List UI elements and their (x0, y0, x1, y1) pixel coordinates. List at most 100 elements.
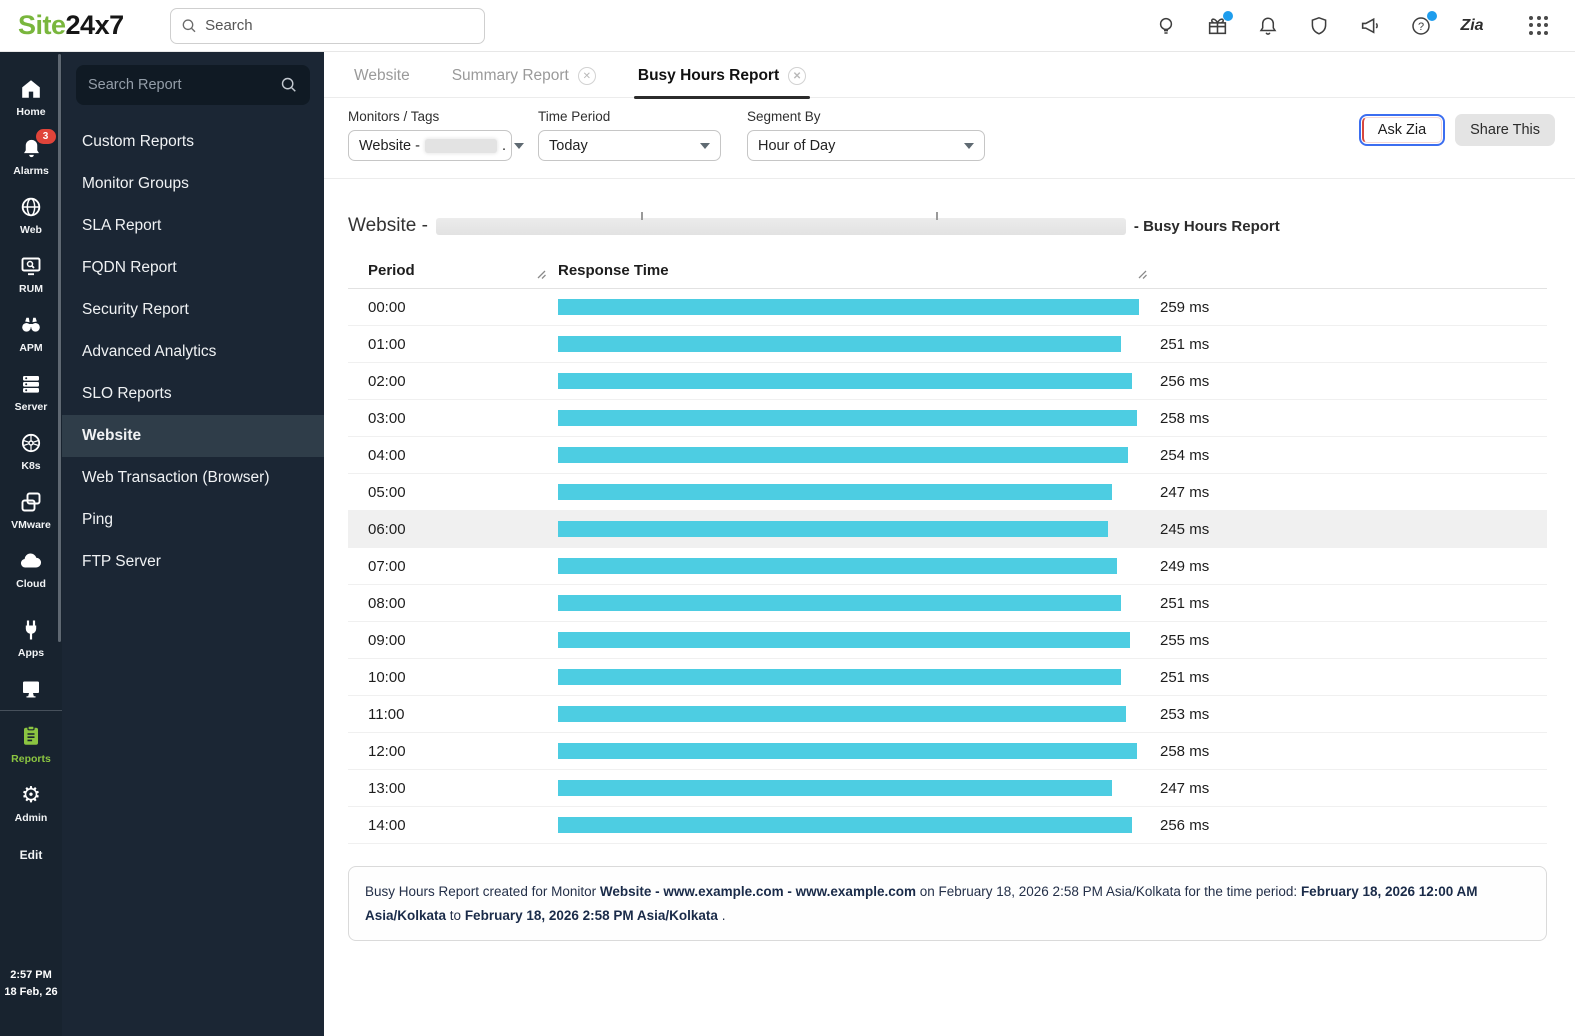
global-search-input[interactable] (205, 17, 474, 34)
report-search-input[interactable] (88, 77, 280, 93)
period-column-header[interactable]: Period (348, 262, 558, 279)
busy-hours-report: Website - - Busy Hours Report Period Res… (324, 179, 1575, 942)
sidebar-item-vmware[interactable]: VMware (0, 481, 62, 540)
megaphone-icon[interactable] (1358, 14, 1382, 38)
close-icon[interactable]: ✕ (788, 67, 807, 85)
period-cell: 09:00 (368, 631, 406, 649)
tab-website[interactable]: Website (354, 67, 410, 97)
table-row[interactable]: 06:00 245 ms (348, 511, 1547, 548)
sidebar-item-desktop[interactable] (0, 668, 62, 708)
table-header: Period Response Time (348, 253, 1547, 289)
shield-icon[interactable] (1307, 14, 1331, 38)
sidebar-item-cloud[interactable]: Cloud (0, 540, 62, 599)
topbar-icon-group: ? Zia (1154, 10, 1557, 38)
bell-icon[interactable] (1256, 14, 1280, 38)
subnav-item-sla-report[interactable]: SLA Report (62, 205, 324, 247)
table-row[interactable]: 01:00 251 ms (348, 326, 1547, 363)
segment-by-label: Segment By (747, 109, 821, 124)
table-row[interactable]: 07:00 249 ms (348, 548, 1547, 585)
response-value: 258 ms (1160, 742, 1210, 760)
subnav-item-monitor-groups[interactable]: Monitor Groups (62, 163, 324, 205)
subnav-item-ftp-server[interactable]: FTP Server (62, 541, 324, 583)
ask-zia-button[interactable]: Ask Zia (1358, 114, 1446, 146)
table-row[interactable]: 14:00 256 ms (348, 807, 1547, 844)
column-resize-icon[interactable] (536, 267, 547, 285)
table-row[interactable]: 12:00 258 ms (348, 733, 1547, 770)
subnav-item-fqdn-report[interactable]: FQDN Report (62, 247, 324, 289)
filter-time-period: Time Period Today (538, 109, 721, 161)
svg-text:?: ? (1418, 21, 1424, 33)
sidebar-item-alarms[interactable]: 3 Alarms (0, 127, 62, 186)
search-icon (182, 18, 196, 32)
sidebar-item-rum[interactable]: RUM (0, 245, 62, 304)
tab-summary-report[interactable]: Summary Report ✕ (452, 67, 596, 97)
response-time-column-header[interactable]: Response Time (558, 262, 669, 279)
table-row[interactable]: 09:00 255 ms (348, 622, 1547, 659)
redacted-monitor-name (424, 138, 497, 153)
tab-busy-hours-report[interactable]: Busy Hours Report ✕ (633, 67, 811, 99)
monitors-tags-dropdown[interactable]: Website - . (348, 130, 525, 161)
apps-grid-icon[interactable] (1529, 15, 1549, 36)
subnav-item-ping[interactable]: Ping (62, 499, 324, 541)
sidebar-item-apps[interactable]: Apps (0, 609, 62, 668)
cloud-icon (18, 549, 44, 573)
report-search[interactable] (76, 65, 310, 105)
bar-cell (558, 447, 1140, 463)
gift-icon[interactable] (1205, 10, 1233, 38)
segment-by-dropdown[interactable]: Hour of Day (747, 130, 985, 161)
bulb-icon[interactable] (1154, 14, 1178, 38)
filter-monitors-tags: Monitors / Tags Website - . (348, 109, 525, 161)
rail-scrollbar[interactable] (58, 54, 61, 642)
bar-cell (558, 632, 1140, 648)
logo-dark-part: 24x7 (65, 10, 125, 40)
table-row[interactable]: 04:00 254 ms (348, 437, 1547, 474)
sidebar-item-web[interactable]: Web (0, 186, 62, 245)
share-this-button[interactable]: Share This (1455, 114, 1555, 146)
table-row[interactable]: 02:00 256 ms (348, 363, 1547, 400)
response-value: 251 ms (1160, 335, 1210, 353)
close-icon[interactable]: ✕ (577, 67, 596, 85)
bar-cell (558, 706, 1140, 722)
response-bar (558, 743, 1137, 759)
table-row[interactable]: 03:00 258 ms (348, 400, 1547, 437)
time-period-label: Time Period (538, 109, 611, 124)
table-row[interactable]: 00:00 259 ms (348, 289, 1547, 326)
table-row[interactable]: 10:00 251 ms (348, 659, 1547, 696)
global-search[interactable] (169, 7, 485, 44)
chevron-down-icon (514, 142, 525, 149)
alarms-count-badge: 3 (35, 129, 56, 144)
bar-cell (558, 521, 1140, 537)
bar-cell (558, 410, 1140, 426)
vmware-boxes-icon (19, 490, 43, 514)
response-value: 258 ms (1160, 409, 1210, 427)
sidebar-item-home[interactable]: Home (0, 68, 62, 127)
sidebar-item-server[interactable]: Server (0, 363, 62, 422)
sidebar-item-reports[interactable]: Reports (0, 715, 62, 774)
table-row[interactable]: 11:00 253 ms (348, 696, 1547, 733)
response-bar (558, 595, 1121, 611)
sidebar-item-admin[interactable]: ⚙ Admin (0, 774, 62, 833)
table-row[interactable]: 13:00 247 ms (348, 770, 1547, 807)
rail-divider (0, 710, 62, 711)
zia-icon[interactable]: Zia (1460, 14, 1484, 38)
subnav-item-slo-reports[interactable]: SLO Reports (62, 373, 324, 415)
clock-time: 2:57 PM (10, 969, 52, 981)
sidebar-item-edit[interactable]: Edit (0, 839, 62, 871)
column-resize-icon[interactable] (1137, 267, 1148, 285)
subnav-item-custom-reports[interactable]: Custom Reports (62, 121, 324, 163)
report-table-body: 00:00 259 ms 01:00 251 ms 02:00 256 ms 0… (348, 289, 1547, 844)
sidebar-item-k8s[interactable]: K8s (0, 422, 62, 481)
table-row[interactable]: 05:00 247 ms (348, 474, 1547, 511)
help-icon[interactable]: ? (1409, 10, 1437, 38)
subnav-item-advanced-analytics[interactable]: Advanced Analytics (62, 331, 324, 373)
chevron-down-icon (700, 142, 710, 149)
sidebar-item-apm[interactable]: APM (0, 304, 62, 363)
response-bar (558, 706, 1126, 722)
time-period-dropdown[interactable]: Today (538, 130, 721, 161)
table-row[interactable]: 08:00 251 ms (348, 585, 1547, 622)
subnav-item-security-report[interactable]: Security Report (62, 289, 324, 331)
response-value: 247 ms (1160, 483, 1210, 501)
subnav-item-website[interactable]: Website (62, 415, 324, 457)
subnav-item-web-transaction[interactable]: Web Transaction (Browser) (62, 457, 324, 499)
site24x7-logo[interactable]: Site24x7 (18, 10, 124, 41)
